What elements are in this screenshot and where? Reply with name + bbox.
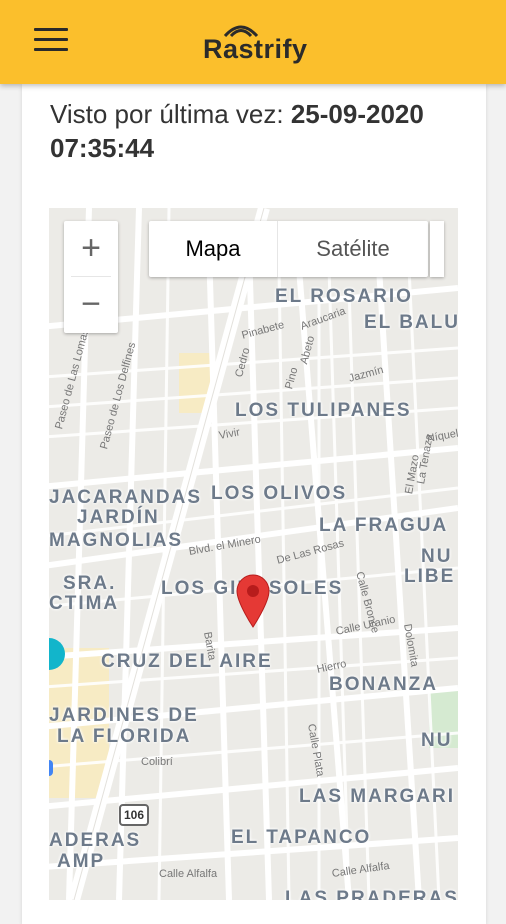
map-label: NU [421,546,453,567]
map-label: EL BALU [364,312,458,333]
map-label: LOS TULIPANES [235,400,412,421]
logo-text: Rastrify [203,34,308,64]
map-label: EL ROSARIO [275,286,413,307]
map-label: LA FRAGUA [319,515,449,536]
map-view[interactable]: EL ROSARIO EL BALU LOS TULIPANES LOS OLI… [49,208,458,900]
map-label: CRUZ DEL AIRE [101,651,273,672]
zoom-controls: + − [64,221,118,333]
map-label: LIBE [404,566,456,587]
street-label: Calle Alfalfa [159,868,218,880]
zoom-out-button[interactable]: − [64,277,118,332]
map-label: LOS OLIVOS [211,483,348,504]
map-label: MAGNOLIAS [49,530,184,551]
map-label: ADERAS [49,830,142,851]
map-type-map-button[interactable]: Mapa [149,221,277,277]
zoom-in-button[interactable]: + [64,221,118,276]
street-label: Colibrí [141,756,173,768]
map-label: LAS PRADERAS [285,888,458,900]
last-seen-label: Visto por última vez: [50,99,291,129]
map-label: CTIMA [49,593,120,614]
map-label: SRA. [63,573,117,594]
app-header: Rastrify [0,0,506,84]
last-seen-text: Visto por última vez: 25-09-2020 07:35:4… [50,97,450,165]
map-label: JARDINES DE [49,705,199,726]
hamburger-menu-icon[interactable] [34,28,68,52]
fullscreen-button[interactable] [430,221,444,277]
map-label: LAS MARGARI [299,786,456,807]
map-label: BONANZA [329,674,438,695]
map-type-control: Mapa Satélite [149,221,428,277]
map-label: EL TAPANCO [231,827,372,848]
map-type-satellite-button[interactable]: Satélite [278,221,428,277]
map-label: JACARANDAS [49,487,203,508]
map-label: JARDÍN [77,507,160,528]
place-marker-icon[interactable] [49,760,53,776]
map-label: NU [421,730,453,751]
map-label: AMP [57,851,106,872]
route-badge: 106 [119,804,149,826]
location-pin-icon[interactable] [235,573,271,629]
map-label: LA FLORIDA [57,726,192,747]
